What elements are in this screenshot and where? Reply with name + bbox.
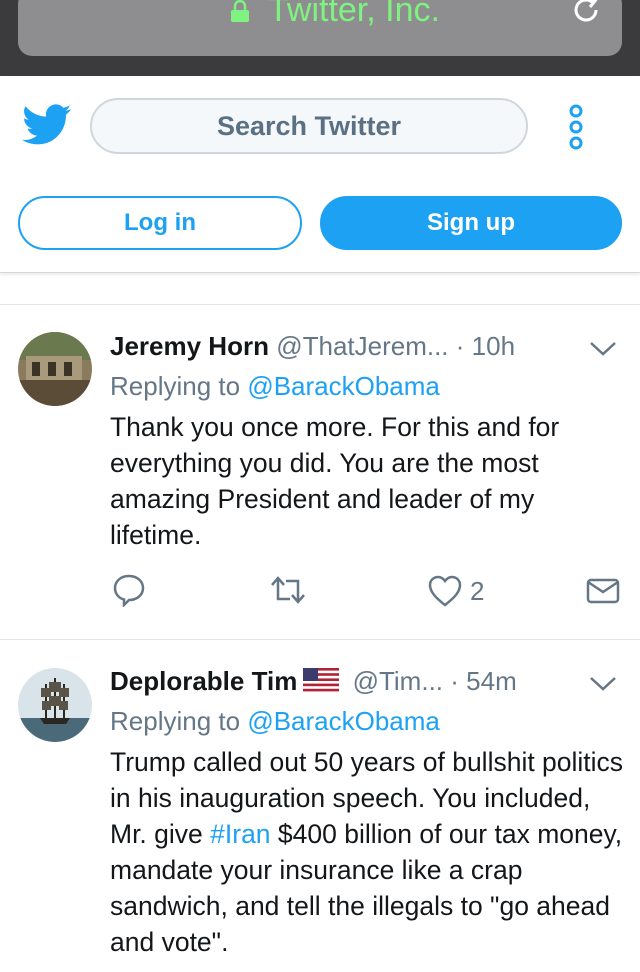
- avatar[interactable]: [18, 332, 92, 406]
- browser-chrome: Twitter, Inc.: [0, 0, 640, 76]
- tweet-text: Thank you once more. For this and for ev…: [110, 412, 560, 550]
- avatar-image: [18, 668, 92, 742]
- reload-icon[interactable]: [568, 0, 604, 28]
- twitter-bird-icon[interactable]: [22, 104, 72, 146]
- chevron-down-icon[interactable]: [588, 674, 618, 694]
- lock-icon: [231, 0, 249, 22]
- reply-context: Replying to @BarackObama: [110, 371, 440, 402]
- direct-message-icon[interactable]: [586, 578, 620, 604]
- tweet-header: Deplorable Tim @Tim... · 54m: [110, 666, 517, 696]
- timestamp[interactable]: 10h: [472, 331, 515, 361]
- signup-button[interactable]: Sign up: [320, 196, 622, 250]
- avatar-image: [18, 332, 92, 406]
- timestamp[interactable]: 54m: [466, 666, 517, 696]
- reply-mention[interactable]: @BarackObama: [247, 706, 440, 736]
- like-count: 2: [470, 576, 485, 606]
- tweet[interactable]: Deplorable Tim @Tim... · 54m Replying to…: [0, 640, 640, 972]
- reply-context: Replying to @BarackObama: [110, 706, 440, 737]
- chevron-down-icon[interactable]: [588, 339, 618, 359]
- retweet-icon[interactable]: [270, 575, 306, 605]
- reply-mention[interactable]: @BarackObama: [247, 371, 440, 401]
- like-icon[interactable]: [428, 575, 462, 607]
- tweet[interactable]: Jeremy Horn @ThatJerem... · 10h Replying…: [0, 305, 640, 640]
- separator: ·: [450, 666, 459, 696]
- tweet-header: Jeremy Horn @ThatJerem... · 10h: [110, 331, 515, 361]
- reply-prefix: Replying to: [110, 371, 241, 401]
- author-handle[interactable]: @Tim...: [353, 666, 443, 696]
- tweet-text: Trump called out 50 years of bullshit po…: [110, 744, 630, 960]
- author-handle[interactable]: @ThatJerem...: [276, 331, 448, 361]
- separator: ·: [455, 331, 465, 361]
- author-name[interactable]: Jeremy Horn: [110, 331, 269, 361]
- reply-icon[interactable]: [112, 573, 146, 607]
- url-title: Twitter, Inc.: [268, 0, 440, 29]
- divider: [0, 272, 640, 305]
- avatar[interactable]: [18, 668, 92, 742]
- twitter-header: Search Twitter Log in Sign up: [0, 76, 640, 273]
- search-input[interactable]: Search Twitter: [90, 98, 528, 154]
- address-bar[interactable]: Twitter, Inc.: [18, 0, 622, 56]
- author-name[interactable]: Deplorable Tim: [110, 666, 297, 696]
- us-flag-icon: [303, 668, 340, 692]
- reply-prefix: Replying to: [110, 706, 241, 736]
- more-options-icon[interactable]: [566, 104, 586, 150]
- hashtag-link[interactable]: #Iran: [210, 819, 270, 849]
- login-button[interactable]: Log in: [18, 196, 302, 250]
